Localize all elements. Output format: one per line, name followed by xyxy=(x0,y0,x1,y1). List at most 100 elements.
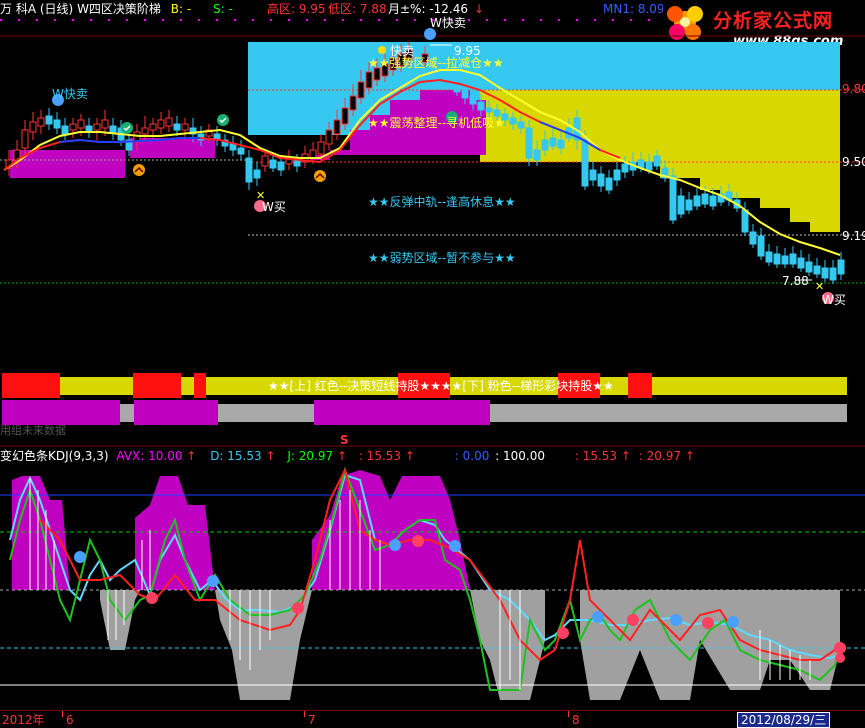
kdj-s-marker: S xyxy=(340,433,349,447)
candle-body xyxy=(773,253,781,265)
candle-body xyxy=(277,161,285,171)
date-month-6: 6 xyxy=(66,713,74,727)
candle-body xyxy=(837,259,845,275)
strip-caption: 用组未来数据 xyxy=(0,424,66,437)
candle-body xyxy=(469,95,477,105)
kdj-sell-icon xyxy=(449,540,461,552)
kdj-sell-icon xyxy=(389,539,401,551)
candle-body xyxy=(765,251,773,263)
kdj-sell-icon xyxy=(207,575,219,587)
kdj-panel[interactable] xyxy=(0,466,865,700)
candle-body xyxy=(45,115,53,125)
candle-body xyxy=(701,193,709,205)
candle-body xyxy=(357,81,365,99)
candle-body xyxy=(805,261,813,273)
candle-body xyxy=(317,141,325,155)
candle-body xyxy=(181,123,189,131)
cursor-date: 2012/08/29/三 xyxy=(737,712,831,728)
main-chart[interactable]: ✕ ✕ xyxy=(0,0,865,710)
strip-red-block xyxy=(628,373,652,398)
candle-body xyxy=(173,123,181,131)
candle-body xyxy=(517,121,525,129)
price-label-top: 9.80 xyxy=(842,82,865,96)
candle-body xyxy=(101,119,109,129)
kdj-buy-icon xyxy=(702,617,714,629)
low-price-label: 7.88 xyxy=(782,274,809,288)
candle-body xyxy=(549,137,557,147)
candle-body xyxy=(485,107,493,113)
date-tick xyxy=(304,711,305,717)
kdj-v5: : 20.97 xyxy=(638,449,682,463)
price-label-mid: 9.50 xyxy=(842,155,865,169)
candle-body xyxy=(525,127,533,159)
kdj-buy-icon xyxy=(292,602,304,614)
candle-body xyxy=(757,235,765,257)
candle-body xyxy=(245,157,253,183)
kdj-avx: AVX: 10.00 xyxy=(116,449,183,463)
zone-label-strong: ★★强势区域--拉减仓★★ xyxy=(368,56,504,70)
candle-body xyxy=(693,195,701,207)
candle-body xyxy=(77,119,85,129)
candle-body xyxy=(461,89,469,99)
kdj-sell-icon xyxy=(670,614,682,626)
candle-body xyxy=(341,107,349,125)
candle-body xyxy=(829,267,837,281)
zone-label-weak: ★★弱势区域--暂不参与★★ xyxy=(368,251,516,265)
candle-body xyxy=(677,195,685,215)
candle-body xyxy=(541,139,549,151)
candle-body xyxy=(709,195,717,207)
kdj-magenta-area xyxy=(135,476,215,590)
candle-body xyxy=(141,127,149,135)
candle-body xyxy=(749,231,757,245)
kdj-arrow: ↑ xyxy=(404,449,415,463)
kdj-name[interactable]: 变幻色条KDJ(9,3,3) xyxy=(0,449,109,463)
kdj-buy-icon xyxy=(146,592,158,604)
kdj-magenta-area xyxy=(12,476,70,590)
candle-body xyxy=(349,95,357,111)
candle-body xyxy=(109,125,117,133)
signal-w-sell: W快卖 xyxy=(52,87,88,101)
kdj-sell-icon xyxy=(74,551,86,563)
chevron-up-icon xyxy=(133,164,145,176)
candle-body xyxy=(797,257,805,269)
strip-magenta-block xyxy=(314,400,490,425)
strip-legend: ★★[上] 红色--决策短线持股★★★★[下] 粉色--梯形彩块持股★★ xyxy=(268,379,614,393)
candle-body xyxy=(61,125,69,135)
candle-body xyxy=(269,159,277,169)
candle-body xyxy=(533,149,541,161)
high-price-label: 9.95 xyxy=(454,44,481,58)
signal-w-buy: W买 xyxy=(822,293,846,307)
candle-body xyxy=(613,169,621,181)
date-year: 2012年 xyxy=(2,713,45,727)
high-marker-label: 快卖 xyxy=(390,44,415,58)
kdj-v2: : 0.00 xyxy=(454,449,490,463)
kdj-buy-icon xyxy=(834,642,846,654)
date-tick xyxy=(568,711,569,717)
kdj-d: D: 15.53 xyxy=(210,449,262,463)
candle-body xyxy=(781,255,789,265)
candle-body xyxy=(93,123,101,131)
candle-body xyxy=(597,173,605,187)
date-axis[interactable]: 2012年 6 7 8 2012/08/29/三 xyxy=(0,710,865,728)
candle-body xyxy=(333,119,341,135)
kdj-j: J: 20.97 xyxy=(287,449,334,463)
cross-icon: ✕ xyxy=(815,280,824,293)
candle-body xyxy=(557,139,565,149)
strong-zone xyxy=(248,42,840,90)
candle-body xyxy=(741,209,749,233)
kdj-buy-icon xyxy=(627,614,639,626)
candle-body xyxy=(365,71,373,89)
zone-label-rebound: ★★反弹中轨--逢高休息★★ xyxy=(368,195,516,209)
strip-magenta-block xyxy=(134,400,218,425)
kdj-header: 变幻色条KDJ(9,3,3) AVX: 10.00 ↑ D: 15.53 ↑ J… xyxy=(0,449,695,463)
kdj-arrow: ↑ xyxy=(684,449,695,463)
candle-body xyxy=(69,123,77,131)
strip-red-block xyxy=(2,373,60,398)
date-month-8: 8 xyxy=(572,713,580,727)
date-tick xyxy=(62,711,63,717)
candle-body xyxy=(261,155,269,167)
candle-body xyxy=(309,149,317,159)
strip-magenta-block xyxy=(2,400,120,425)
candle-body xyxy=(477,101,485,111)
candle-body xyxy=(621,163,629,173)
